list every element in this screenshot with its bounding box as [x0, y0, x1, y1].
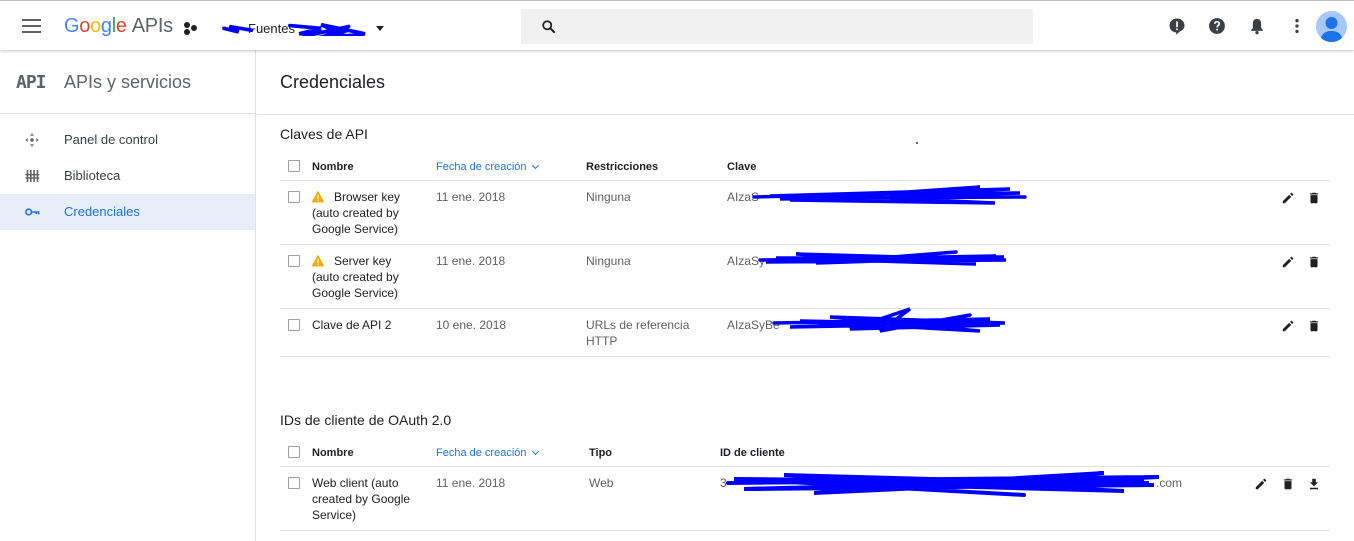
search-bar[interactable] [521, 9, 1033, 44]
sidebar-item-label: Panel de control [64, 132, 158, 147]
client-name-line: Service) [312, 508, 357, 522]
column-header-name[interactable]: Nombre [312, 161, 354, 173]
edit-icon[interactable] [1281, 191, 1295, 205]
api-key-value: AIzaSyBe [727, 318, 780, 332]
row-checkbox[interactable] [288, 191, 300, 203]
alert-icon[interactable] [1167, 16, 1187, 36]
api-mark: API [16, 72, 46, 93]
delete-icon[interactable] [1307, 191, 1321, 205]
project-selector[interactable]: Fuentes [184, 18, 384, 38]
column-header-name[interactable]: Nombre [312, 447, 354, 459]
table-row[interactable]: Browser key (auto created by Google Serv… [280, 181, 1330, 245]
edit-icon[interactable] [1281, 255, 1295, 269]
sidebar-title: APIs y servicios [64, 72, 192, 92]
restrictions-line: HTTP [586, 334, 618, 348]
delete-icon[interactable] [1281, 477, 1295, 491]
sidebar-item-label: Credenciales [64, 204, 140, 219]
column-header-key[interactable]: Clave [727, 161, 756, 173]
creation-date: 10 ene. 2018 [436, 318, 507, 332]
warning-icon [311, 190, 325, 203]
api-key-value: AIzaSy [727, 254, 766, 268]
row-checkbox[interactable] [288, 255, 300, 267]
main-content: Credenciales Claves de API Nombre Fecha … [257, 50, 1354, 541]
table-header: Nombre Fecha de creación Restricciones C… [280, 151, 1330, 181]
project-name: Fuentes [204, 21, 372, 36]
library-icon [25, 170, 40, 182]
client-name-line: created by Google [312, 492, 411, 506]
sidebar-header: API APIs y servicios [0, 50, 255, 114]
delete-icon[interactable] [1307, 255, 1321, 269]
redaction-scribble [752, 185, 1027, 205]
key-name-line: Google Service) [312, 286, 399, 300]
api-key-value: AIzaS [727, 190, 760, 204]
column-header-date[interactable]: Fecha de creación [436, 447, 539, 459]
restrictions: Ninguna [586, 190, 631, 204]
search-icon [542, 20, 556, 34]
row-checkbox[interactable] [288, 477, 300, 489]
dashboard-icon [25, 133, 39, 147]
api-keys-table: Nombre Fecha de creación Restricciones C… [280, 151, 1330, 357]
table-row[interactable]: Web client (auto created by Google Servi… [280, 467, 1330, 531]
warning-icon [311, 254, 325, 267]
column-header-type[interactable]: Tipo [589, 447, 612, 459]
google-apis-logo[interactable]: Google APIs [64, 15, 173, 38]
client-id-prefix: 3 [720, 476, 727, 490]
table-row[interactable]: Clave de API 2 10 ene. 2018 URLs de refe… [280, 307, 1330, 357]
menu-icon[interactable] [22, 19, 41, 33]
column-header-restrictions[interactable]: Restricciones [586, 161, 658, 173]
sidebar-item-label: Biblioteca [64, 168, 121, 183]
creation-date: 11 ene. 2018 [436, 476, 506, 490]
restrictions: URLs de referencia [586, 318, 690, 332]
stray-dot [916, 142, 918, 144]
key-name[interactable]: Server key [334, 253, 391, 269]
section-title-oauth: IDs de cliente de OAuth 2.0 [280, 412, 452, 428]
divider [257, 114, 1354, 115]
client-id-suffix: .com [1156, 476, 1183, 490]
project-icon [184, 21, 198, 35]
client-type: Web [589, 476, 614, 490]
edit-icon[interactable] [1254, 477, 1268, 491]
account-avatar[interactable] [1316, 11, 1347, 42]
edit-icon[interactable] [1281, 319, 1295, 333]
restrictions: Ninguna [586, 254, 631, 268]
chevron-down-icon [376, 25, 384, 31]
download-icon[interactable] [1307, 477, 1321, 491]
redaction-scribble [726, 471, 1160, 497]
select-all-checkbox[interactable] [288, 446, 300, 458]
sidebar: API APIs y servicios Panel de control Bi… [0, 50, 256, 541]
creation-date: 11 ene. 2018 [436, 190, 506, 204]
key-name-line: Google Service) [312, 222, 399, 236]
redaction-scribble [222, 22, 366, 36]
key-name-line: (auto created by [312, 206, 399, 220]
table-header: Nombre Fecha de creación Tipo ID de clie… [280, 437, 1330, 467]
select-all-checkbox[interactable] [288, 160, 300, 172]
redaction-scribble [772, 307, 1006, 333]
notifications-icon[interactable] [1247, 16, 1267, 36]
creation-date: 11 ene. 2018 [436, 254, 506, 268]
key-name-line: (auto created by [312, 270, 399, 284]
section-title-api-keys: Claves de API [280, 126, 368, 142]
chevron-down-icon [531, 447, 539, 456]
top-app-bar: Google APIs Fuentes [0, 0, 1354, 50]
redaction-scribble [758, 250, 1007, 266]
column-header-client-id[interactable]: ID de cliente [720, 447, 785, 459]
row-checkbox[interactable] [288, 319, 300, 331]
sidebar-item-library[interactable]: Biblioteca [0, 158, 255, 194]
delete-icon[interactable] [1307, 319, 1321, 333]
page-title: Credenciales [280, 72, 386, 92]
oauth-clients-table: Nombre Fecha de creación Tipo ID de clie… [280, 437, 1330, 531]
help-icon[interactable] [1207, 16, 1227, 36]
table-row[interactable]: Server key (auto created by Google Servi… [280, 245, 1330, 309]
key-icon [25, 208, 40, 216]
key-name[interactable]: Browser key [334, 189, 400, 205]
client-name[interactable]: Web client (auto [312, 475, 399, 491]
sidebar-item-credentials[interactable]: Credenciales [0, 194, 255, 230]
column-header-date[interactable]: Fecha de creación [436, 161, 539, 173]
more-vert-icon[interactable] [1287, 16, 1307, 36]
chevron-down-icon [531, 161, 539, 170]
account-icon [1320, 17, 1343, 42]
sidebar-item-dashboard[interactable]: Panel de control [0, 122, 255, 158]
key-name[interactable]: Clave de API 2 [312, 317, 391, 333]
